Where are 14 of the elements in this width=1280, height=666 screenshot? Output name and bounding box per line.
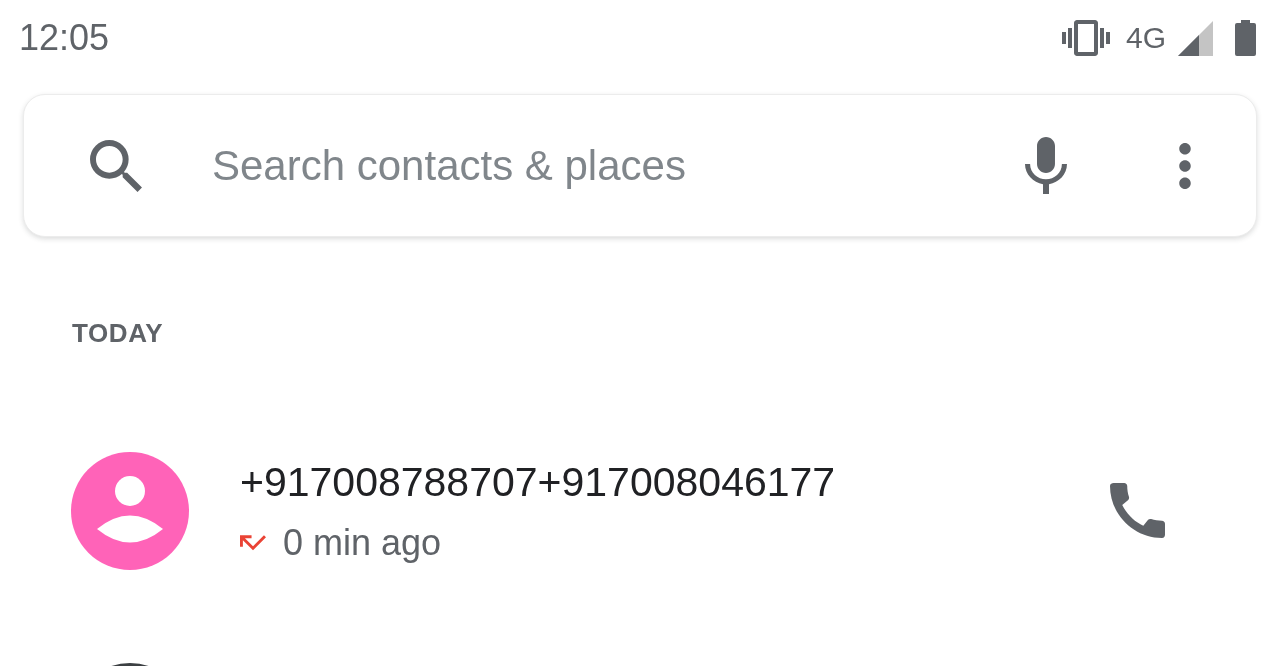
microphone-icon[interactable]	[1025, 137, 1067, 194]
status-time: 12:05	[19, 18, 110, 58]
search-icon[interactable]	[90, 139, 142, 192]
more-options-icon[interactable]	[1179, 142, 1191, 189]
phone-icon[interactable]	[1110, 483, 1165, 538]
section-heading: TODAY	[72, 319, 164, 347]
call-time: 0 min ago	[283, 524, 442, 562]
search-field[interactable]: Search contacts & places	[212, 138, 991, 193]
network-type: 4G	[1125, 21, 1166, 55]
caller-number: +917008788707+917008046177	[240, 459, 836, 505]
signal-icon	[1178, 20, 1213, 56]
missed-call-icon	[240, 534, 266, 552]
battery-icon	[1235, 20, 1256, 56]
vibrate-icon	[1061, 20, 1110, 56]
